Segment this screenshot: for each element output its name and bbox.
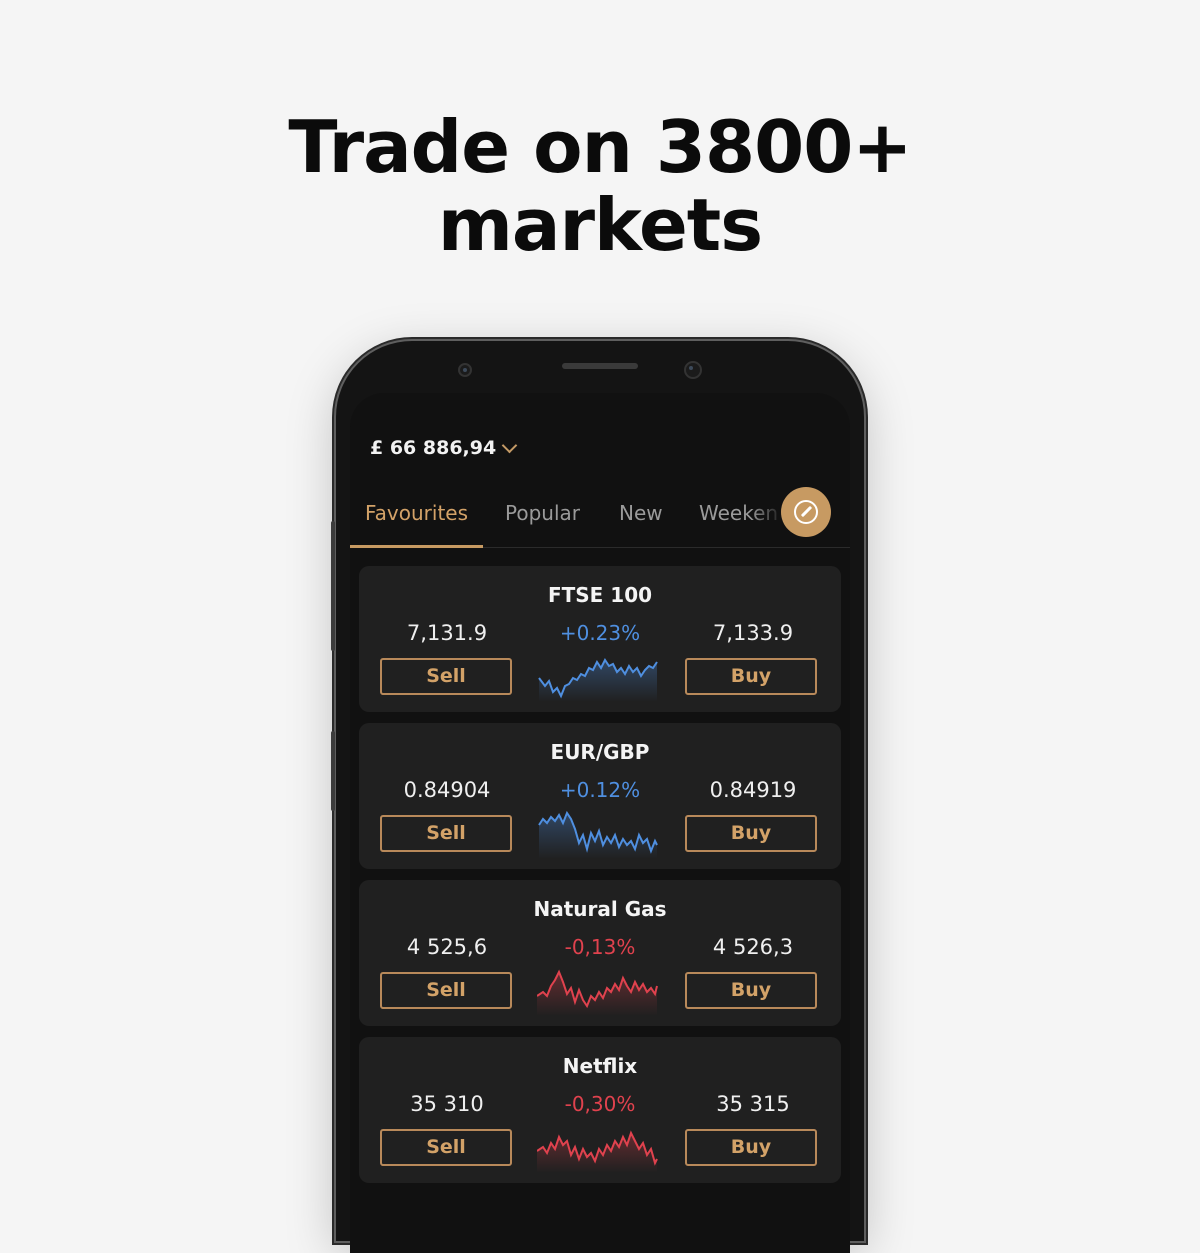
- market-tabs: Favourites Popular New Weeken: [350, 497, 850, 548]
- phone-side-button: [331, 521, 335, 651]
- headline: Trade on 3800+ markets: [0, 108, 1200, 264]
- market-name: EUR/GBP: [550, 740, 650, 764]
- buy-price: 0.84919: [709, 778, 797, 802]
- sell-price: 35 310: [410, 1092, 484, 1116]
- sparkline-chart: [537, 969, 658, 1016]
- buy-button[interactable]: Buy: [685, 972, 817, 1009]
- buy-price: 7,133.9: [712, 621, 794, 645]
- tab-popular[interactable]: Popular: [505, 501, 580, 525]
- account-balance-selector[interactable]: £ 66 886,94: [370, 437, 518, 459]
- market-card-netflix[interactable]: Netflix 35 310 -0,30% 35 315 Sell Buy: [359, 1037, 841, 1183]
- market-name: Netflix: [562, 1054, 638, 1078]
- buy-price: 4 526,3: [712, 935, 794, 959]
- tab-new[interactable]: New: [619, 501, 663, 525]
- sparkline-chart: [538, 658, 658, 702]
- sell-button[interactable]: Sell: [380, 815, 512, 852]
- pencil-icon: [794, 500, 818, 524]
- phone-side-button: [331, 731, 335, 811]
- market-card-ftse-100[interactable]: FTSE 100 7,131.9 +0.23% 7,133.9 Sell Buy: [359, 566, 841, 712]
- sell-price: 4 525,6: [406, 935, 488, 959]
- price-change: -0,13%: [564, 935, 636, 959]
- sell-button[interactable]: Sell: [380, 1129, 512, 1166]
- buy-button[interactable]: Buy: [685, 815, 817, 852]
- price-change: -0,30%: [564, 1092, 636, 1116]
- market-name: Natural Gas: [533, 897, 667, 921]
- market-name: FTSE 100: [547, 583, 653, 607]
- market-card-natural-gas[interactable]: Natural Gas 4 525,6 -0,13% 4 526,3 Sell …: [359, 880, 841, 1026]
- account-balance: £ 66 886,94: [370, 437, 497, 459]
- market-card-eur-gbp[interactable]: EUR/GBP 0.84904 +0.12% 0.84919 Sell Buy: [359, 723, 841, 869]
- front-sensor-icon: [458, 363, 472, 377]
- sell-price: 7,131.9: [406, 621, 488, 645]
- price-change: +0.12%: [559, 778, 641, 802]
- sparkline-chart: [537, 1130, 658, 1173]
- price-change: +0.23%: [559, 621, 641, 645]
- phone-mockup: £ 66 886,94 Favourites Popular New Weeke…: [331, 341, 864, 1253]
- edit-favourites-button[interactable]: [781, 487, 831, 537]
- front-camera-icon: [684, 361, 702, 379]
- market-list: FTSE 100 7,131.9 +0.23% 7,133.9 Sell Buy…: [359, 566, 841, 1194]
- app-screen: £ 66 886,94 Favourites Popular New Weeke…: [350, 393, 850, 1253]
- active-tab-indicator: [350, 545, 483, 548]
- tab-favourites[interactable]: Favourites: [365, 501, 468, 525]
- headline-line-2: markets: [437, 183, 763, 267]
- headline-line-1: Trade on 3800+: [288, 105, 912, 189]
- speaker-grille: [562, 363, 638, 369]
- sell-button[interactable]: Sell: [380, 658, 512, 695]
- chevron-down-icon: [501, 437, 518, 453]
- sparkline-chart: [538, 810, 658, 859]
- buy-button[interactable]: Buy: [685, 1129, 817, 1166]
- sparkline-area: [539, 660, 657, 702]
- sell-button[interactable]: Sell: [380, 972, 512, 1009]
- buy-price: 35 315: [716, 1092, 790, 1116]
- sell-price: 0.84904: [403, 778, 491, 802]
- buy-button[interactable]: Buy: [685, 658, 817, 695]
